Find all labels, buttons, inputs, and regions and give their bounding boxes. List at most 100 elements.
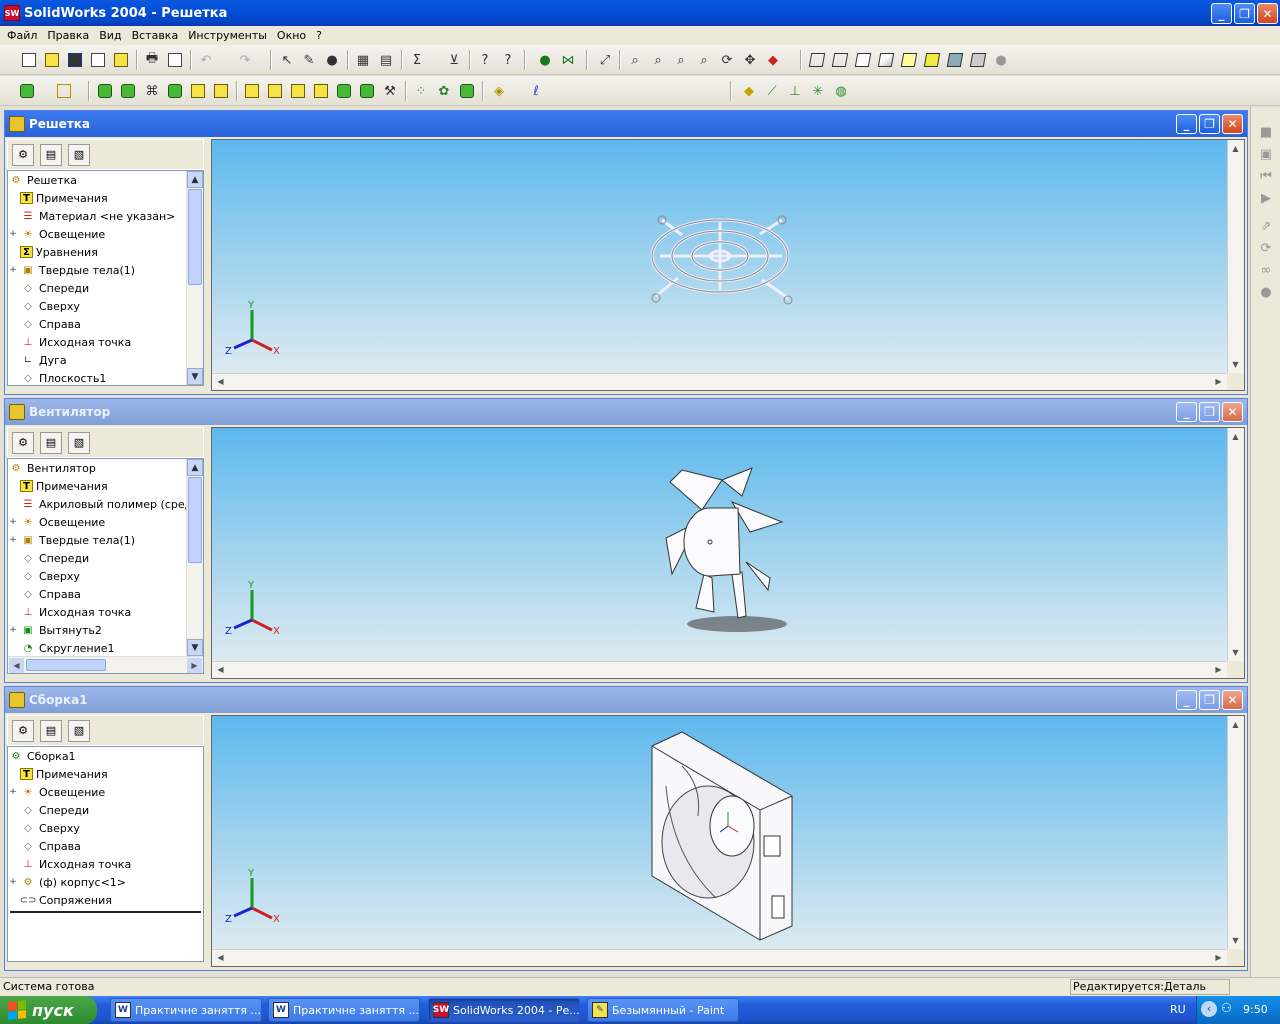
tree-item[interactable]: ☰ Материал <не указан> xyxy=(8,207,203,225)
mirror-icon[interactable] xyxy=(458,82,476,100)
network-icon[interactable]: ⚇ xyxy=(1221,1001,1232,1015)
grille-model[interactable] xyxy=(642,210,802,310)
maximize-button[interactable]: ❐ xyxy=(1199,690,1220,710)
scroll-left-icon[interactable]: ◀ xyxy=(9,658,24,673)
tree-item[interactable]: + ▣ Вытянуть2 xyxy=(8,621,203,639)
menu-tools[interactable]: Инструменты xyxy=(183,29,272,42)
options-grid-icon[interactable]: ▦ xyxy=(354,51,372,69)
line-icon[interactable]: ⟋ xyxy=(763,82,781,100)
task-pane-play-icon[interactable]: ▶ xyxy=(1258,191,1274,207)
tree-item[interactable]: ◇ Спереди xyxy=(8,801,203,819)
taskbar-button-solidworks[interactable]: SW SolidWorks 2004 - Ре... xyxy=(428,998,580,1022)
tree-item[interactable]: ⊥ Исходная точка xyxy=(8,603,203,621)
maximize-button[interactable]: ❐ xyxy=(1234,3,1255,24)
scroll-right-icon[interactable]: ▶ xyxy=(1211,662,1226,677)
viewport-horizontal-scrollbar[interactable]: ◀ ▶ xyxy=(212,949,1227,966)
tree-item[interactable]: + ⚙ (ф) корпус<1> xyxy=(8,873,203,891)
scroll-down-icon[interactable]: ▼ xyxy=(187,368,203,385)
zoom-in-out-icon[interactable]: ⌕ xyxy=(672,51,690,69)
sketch-toggle-icon[interactable] xyxy=(18,82,36,100)
zoom-selection-icon[interactable]: ⌕ xyxy=(695,51,713,69)
task-pane-first-icon[interactable]: ⏮ xyxy=(1258,169,1274,185)
tree-item[interactable]: Σ Уравнения xyxy=(8,243,203,261)
sweep-icon[interactable]: ⌘ xyxy=(143,82,161,100)
scroll-right-icon[interactable]: ▶ xyxy=(1211,950,1226,965)
tree-item[interactable]: ◇ Справа xyxy=(8,585,203,603)
mates-toolbar-icon[interactable]: ⋈ xyxy=(559,51,577,69)
chamfer-icon[interactable] xyxy=(266,82,284,100)
scroll-up-icon[interactable]: ▲ xyxy=(187,459,203,476)
tree-item[interactable]: + ▣ Твердые тела(1) xyxy=(8,261,203,279)
scroll-up-icon[interactable]: ▲ xyxy=(1228,429,1243,444)
tree-item[interactable]: ◇ Сверху xyxy=(8,297,203,315)
feature-manager-tab-icon[interactable]: ⚙ xyxy=(12,719,34,742)
menu-window[interactable]: Окно xyxy=(272,29,311,42)
close-button[interactable]: ✕ xyxy=(1222,690,1243,710)
configuration-manager-tab-icon[interactable]: ▧ xyxy=(68,431,90,454)
tree-item[interactable]: ◇ Справа xyxy=(8,315,203,333)
filter-icon[interactable]: ⊻ xyxy=(445,51,463,69)
tree-expand-icon[interactable]: + xyxy=(8,877,18,887)
shadows-icon[interactable] xyxy=(923,51,941,69)
hidden-lines-visible-icon[interactable] xyxy=(831,51,849,69)
tree-item[interactable]: ⊥ Исходная точка xyxy=(8,333,203,351)
tree-item[interactable]: ⚙ Решетка xyxy=(8,171,203,189)
tree-item[interactable]: + ☀ Освещение xyxy=(8,513,203,531)
scroll-left-icon[interactable]: ◀ xyxy=(213,662,228,677)
task-pane-apple-icon[interactable]: ● xyxy=(1258,285,1274,301)
taskbar-button-word-1[interactable]: W Практичне заняття ... xyxy=(110,998,262,1022)
scroll-up-icon[interactable]: ▲ xyxy=(1228,141,1243,156)
solidworks-icon[interactable]: SW xyxy=(4,5,20,21)
scroll-down-icon[interactable]: ▼ xyxy=(187,639,203,656)
feature-manager-tab-icon[interactable]: ⚙ xyxy=(12,143,34,166)
zoom-area-icon[interactable]: ⌕ xyxy=(649,51,667,69)
make-assembly-icon[interactable] xyxy=(112,51,130,69)
task-pane-camera-icon[interactable]: ▣ xyxy=(1258,147,1274,163)
print-icon[interactable]: 🖶 xyxy=(143,51,161,69)
tree-item[interactable]: T Примечания xyxy=(8,477,203,495)
plugin-icon[interactable]: ● xyxy=(536,51,554,69)
circular-pattern-icon[interactable]: ✿ xyxy=(435,82,453,100)
sketch-point-icon[interactable]: ✳ xyxy=(809,82,827,100)
configuration-manager-tab-icon[interactable]: ▧ xyxy=(68,143,90,166)
viewport-horizontal-scrollbar[interactable]: ◀ ▶ xyxy=(212,661,1227,678)
minimize-button[interactable]: _ xyxy=(1211,3,1232,24)
scroll-up-icon[interactable]: ▲ xyxy=(187,171,203,188)
equations-sigma-icon[interactable]: Σ xyxy=(408,51,426,69)
doc-title-grille[interactable]: Решетка _ ❐ ✕ xyxy=(5,111,1247,137)
start-button[interactable]: пуск xyxy=(0,996,97,1024)
help-icon[interactable]: ? xyxy=(476,51,494,69)
select-icon[interactable]: ↖ xyxy=(278,51,296,69)
view-orientation-icon[interactable]: ⤢ xyxy=(596,51,614,69)
tree-expand-icon[interactable]: + xyxy=(8,535,18,545)
menu-insert[interactable]: Вставка xyxy=(127,29,184,42)
scroll-right-icon[interactable]: ▶ xyxy=(1211,374,1226,389)
dome-icon[interactable]: ⚒ xyxy=(381,82,399,100)
shaded-edges-icon[interactable] xyxy=(877,51,895,69)
tree-expand-icon[interactable]: + xyxy=(8,265,18,275)
extrude-cut-icon[interactable] xyxy=(189,82,207,100)
graphics-viewport[interactable]: Y X Z ▲ ▼ ◀ ▶ xyxy=(211,715,1245,967)
tree-item[interactable]: ⚙ Сборка1 xyxy=(8,747,203,765)
language-indicator[interactable]: RU xyxy=(1170,1003,1186,1016)
tree-item[interactable]: ◇ Сверху xyxy=(8,819,203,837)
tree-item[interactable]: ◔ Скругление1 xyxy=(8,639,203,657)
redo-icon[interactable]: ↷ xyxy=(236,51,254,69)
property-manager-tab-icon[interactable]: ▤ xyxy=(40,143,62,166)
viewport-vertical-scrollbar[interactable]: ▲ ▼ xyxy=(1227,140,1244,373)
whats-this-icon[interactable]: ? xyxy=(499,51,517,69)
taskbar-button-paint[interactable]: ✎ Безымянный - Paint xyxy=(587,998,739,1022)
pan-icon[interactable]: ✥ xyxy=(741,51,759,69)
reference-geometry-icon[interactable]: ◈ xyxy=(490,82,508,100)
shaded-icon[interactable] xyxy=(900,51,918,69)
tree-item[interactable]: + ☀ Освещение xyxy=(8,225,203,243)
tree-expand-icon[interactable]: + xyxy=(8,517,18,527)
viewport-vertical-scrollbar[interactable]: ▲ ▼ xyxy=(1227,716,1244,949)
print-preview-icon[interactable] xyxy=(166,51,184,69)
scroll-left-icon[interactable]: ◀ xyxy=(213,950,228,965)
curves-icon[interactable]: ℓ xyxy=(527,82,545,100)
point-icon[interactable]: ◆ xyxy=(740,82,758,100)
tree-item[interactable]: ⚙ Вентилятор xyxy=(8,459,203,477)
smart-dimension-icon[interactable] xyxy=(55,82,73,100)
linear-pattern-icon[interactable]: ⁘ xyxy=(412,82,430,100)
